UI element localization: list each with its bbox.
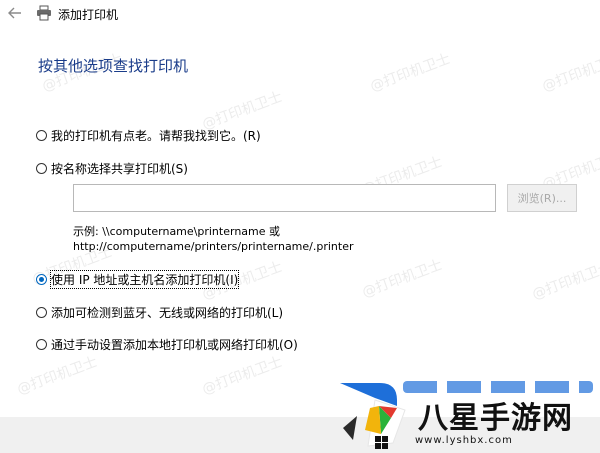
watermark: @打印机卫士 bbox=[200, 354, 285, 398]
watermark: @打印机卫士 bbox=[360, 257, 445, 301]
option-old-printer[interactable]: 我的打印机有点老。请帮我找到它。(R) bbox=[36, 127, 261, 144]
radio-button[interactable] bbox=[36, 130, 47, 141]
option-wireless-network[interactable]: 添加可检测到蓝牙、无线或网络的打印机(L) bbox=[36, 304, 283, 321]
option-shared-printer[interactable]: 按名称选择共享打印机(S) bbox=[36, 160, 188, 177]
watermark: @打印机卫士 bbox=[368, 51, 453, 95]
browse-button[interactable]: 浏览(R)... bbox=[507, 184, 577, 212]
option-manual-settings[interactable]: 通过手动设置添加本地打印机或网络打印机(O) bbox=[36, 336, 298, 353]
option-ip-address[interactable]: 使用 IP 地址或主机名添加打印机(I) bbox=[36, 270, 240, 289]
printer-icon bbox=[37, 5, 51, 21]
site-url: www.lyshbx.com bbox=[415, 435, 513, 446]
option-label: 我的打印机有点老。请帮我找到它。(R) bbox=[51, 129, 261, 143]
option-label: 添加可检测到蓝牙、无线或网络的打印机(L) bbox=[51, 306, 284, 320]
site-name: 八星手游网 bbox=[418, 401, 573, 436]
option-label: 通过手动设置添加本地打印机或网络打印机(O) bbox=[51, 338, 298, 352]
watermark: @打印机卫士 bbox=[540, 51, 600, 95]
window-title: 添加打印机 bbox=[58, 8, 119, 22]
watermark: @打印机卫士 bbox=[530, 259, 600, 303]
title-bar: 添加打印机 bbox=[0, 0, 600, 28]
option-label: 按名称选择共享打印机(S) bbox=[51, 162, 188, 176]
option-label: 使用 IP 地址或主机名添加打印机(I) bbox=[49, 270, 240, 289]
blurred-banner bbox=[403, 381, 593, 393]
radio-button-selected[interactable] bbox=[36, 274, 47, 285]
watermark: @打印机卫士 bbox=[15, 354, 100, 398]
back-arrow-icon[interactable] bbox=[6, 4, 24, 22]
page-heading: 按其他选项查找打印机 bbox=[38, 57, 189, 75]
printer-name-input[interactable] bbox=[73, 184, 496, 212]
add-printer-dialog: @打印机卫士 @打印机卫士 @打印机卫士 @打印机卫士 @打印机卫士 @打印机卫… bbox=[0, 0, 600, 453]
radio-button[interactable] bbox=[36, 163, 47, 174]
radio-button[interactable] bbox=[36, 339, 47, 350]
example-text-line2: http://computername/printers/printername… bbox=[73, 240, 354, 253]
radio-button[interactable] bbox=[36, 307, 47, 318]
example-text-line1: 示例: \\computername\printername 或 bbox=[73, 225, 281, 238]
